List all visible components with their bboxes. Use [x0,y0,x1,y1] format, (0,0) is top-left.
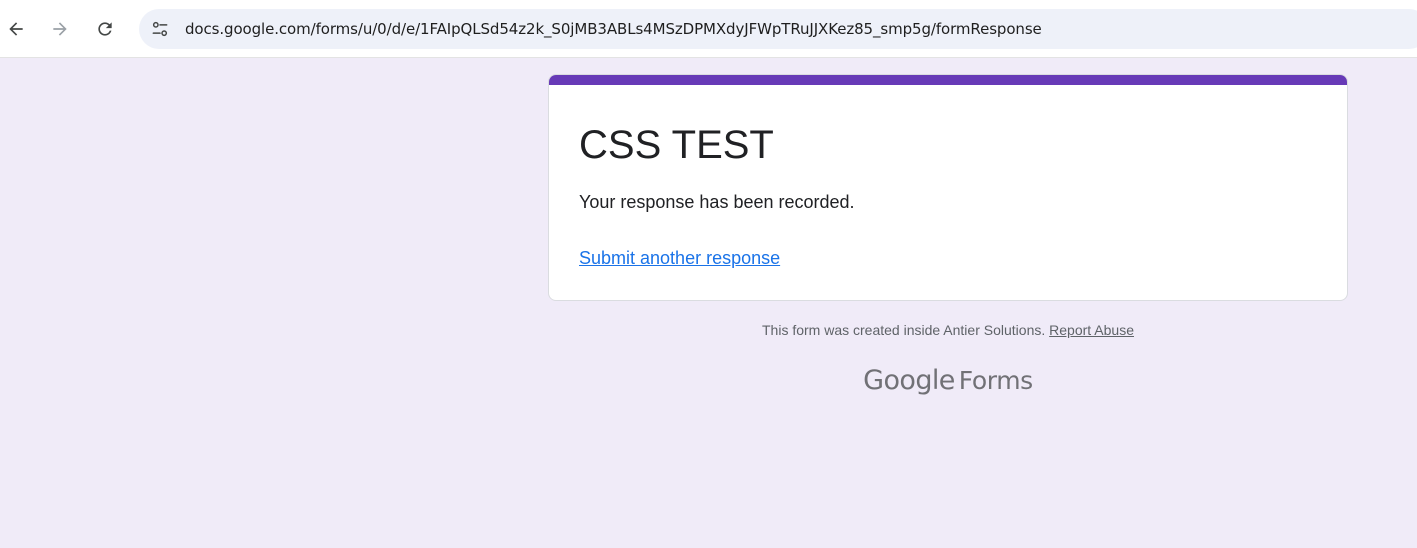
arrow-back-icon [9,22,23,36]
address-bar[interactable]: docs.google.com/forms/u/0/d/e/1FAIpQLSd5… [139,9,1417,49]
card-accent-bar [549,75,1347,85]
browser-toolbar: docs.google.com/forms/u/0/d/e/1FAIpQLSd5… [0,0,1417,58]
brand-google-text: Google [863,365,955,396]
google-forms-logo[interactable]: Google Forms [548,365,1348,396]
url-text[interactable]: docs.google.com/forms/u/0/d/e/1FAIpQLSd5… [185,20,1042,38]
reload-button[interactable] [89,13,121,45]
brand-forms-text: Forms [958,366,1033,395]
created-inside-text: This form was created inside Antier Solu… [762,322,1046,338]
form-footer: This form was created inside Antier Solu… [548,322,1348,338]
submit-another-response-link[interactable]: Submit another response [579,248,780,269]
tune-icon [152,21,168,37]
form-title: CSS TEST [579,123,774,167]
form-page: CSS TEST Your response has been recorded… [0,58,1417,548]
forward-button[interactable] [44,13,76,45]
reload-icon [98,22,112,36]
arrow-forward-icon [53,22,67,36]
site-info-button[interactable] [144,13,176,45]
confirmation-message: Your response has been recorded. [579,192,855,212]
confirmation-card: CSS TEST Your response has been recorded… [548,74,1348,301]
report-abuse-link[interactable]: Report Abuse [1049,322,1134,338]
back-button[interactable] [0,13,32,45]
